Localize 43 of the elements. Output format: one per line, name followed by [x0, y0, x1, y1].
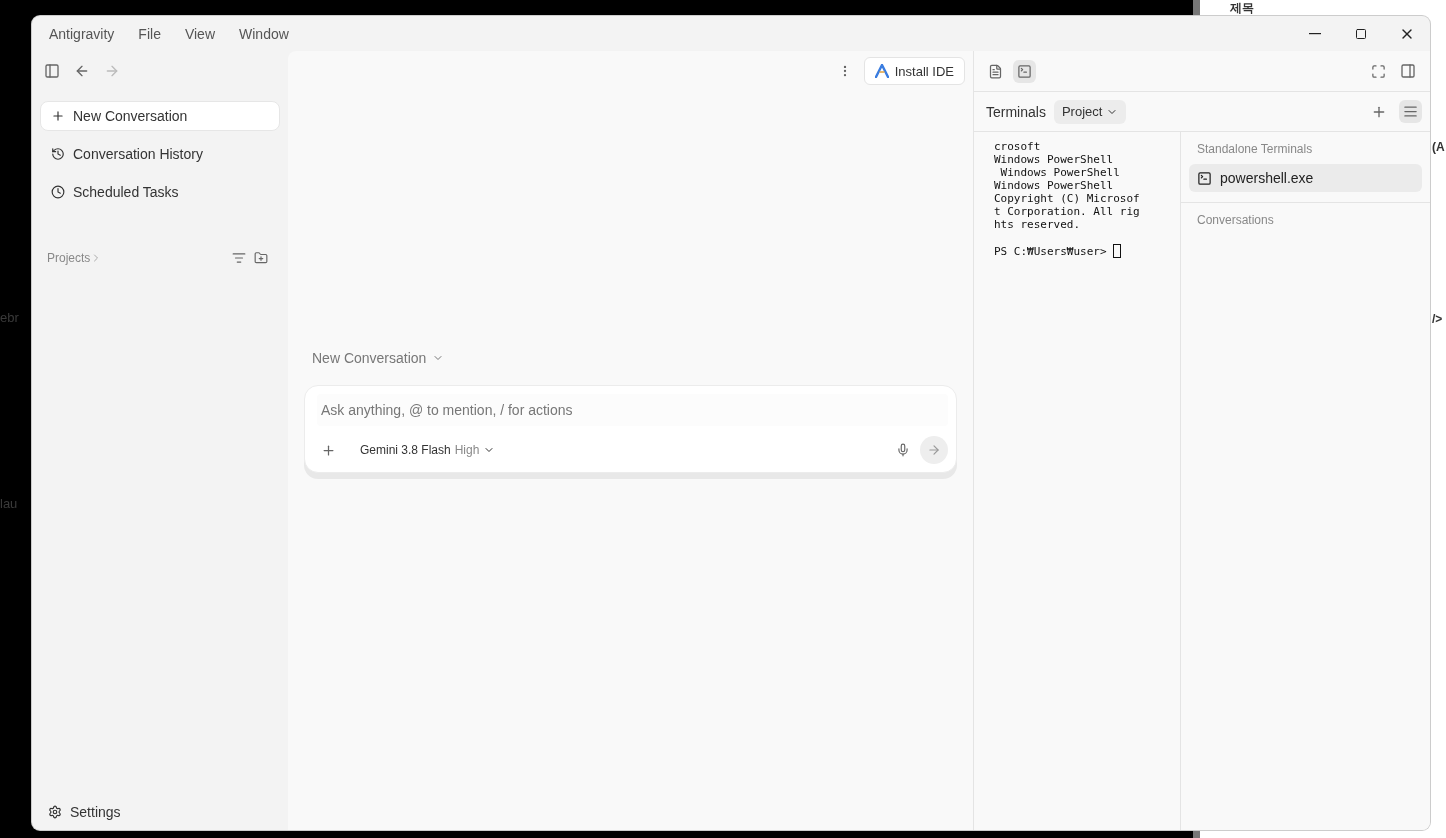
terminal-line: Windows PowerShell — [999, 166, 1121, 179]
maximize-icon — [1355, 27, 1367, 40]
terminal-prompt: PS C:₩Users₩user> — [994, 244, 1107, 258]
list-icon[interactable] — [1399, 100, 1422, 123]
terminal-line: crosoft — [994, 140, 1042, 153]
sidebar-item[interactable]: New Conversation — [40, 101, 280, 131]
background-text: 제목 — [1230, 1, 1254, 15]
terminal-line: Windows PowerShell — [994, 153, 1115, 166]
install-ide-button[interactable]: Install IDE — [863, 57, 965, 85]
terminal-line: Copyright (C) Microsof — [994, 192, 1141, 205]
settings-icon — [48, 805, 62, 819]
document-icon — [988, 63, 1003, 79]
terminals-title: Terminals — [986, 103, 1046, 120]
cursor-icon — [1112, 244, 1121, 258]
section-title: Conversations — [1196, 212, 1275, 229]
model-dropdown[interactable]: Gemini 3.8 Flash High — [354, 442, 502, 458]
terminal-icon — [1197, 170, 1212, 186]
terminal-icon — [1017, 63, 1032, 79]
background-text: lau — [0, 496, 18, 511]
menu-item[interactable]: Antigravity — [42, 25, 122, 42]
menu-item[interactable]: Window — [232, 25, 296, 42]
settings-button[interactable]: Settings — [40, 804, 280, 820]
menu-item[interactable]: File — [131, 25, 168, 42]
sidebar-item[interactable]: Conversation History — [40, 139, 280, 169]
scope-dropdown[interactable]: Project — [1053, 99, 1127, 124]
background-text: ebr — [0, 310, 19, 325]
mode-dropdown[interactable]: New Conversation — [306, 349, 451, 367]
minimize-icon — [1309, 32, 1321, 35]
arrow-right-icon — [927, 443, 941, 457]
sidebar-item[interactable]: Scheduled Tasks — [40, 177, 280, 207]
background-text: (A — [1432, 140, 1445, 154]
terminal-tab[interactable] — [1013, 59, 1036, 83]
history-icon — [51, 147, 65, 161]
menu-item[interactable]: View — [177, 25, 222, 42]
clock-icon — [51, 185, 65, 199]
background-text: /> — [1432, 312, 1443, 326]
terminal-line: Windows PowerShell — [994, 179, 1115, 192]
terminal-line: hts reserved. — [994, 218, 1082, 231]
section-title: Standalone Terminals — [1196, 141, 1314, 158]
terminal-item[interactable]: powershell.exe — [1189, 164, 1422, 192]
logo-icon — [874, 64, 889, 78]
plus-icon — [51, 109, 65, 123]
terminal-line: t Corporation. All rig — [994, 205, 1141, 218]
